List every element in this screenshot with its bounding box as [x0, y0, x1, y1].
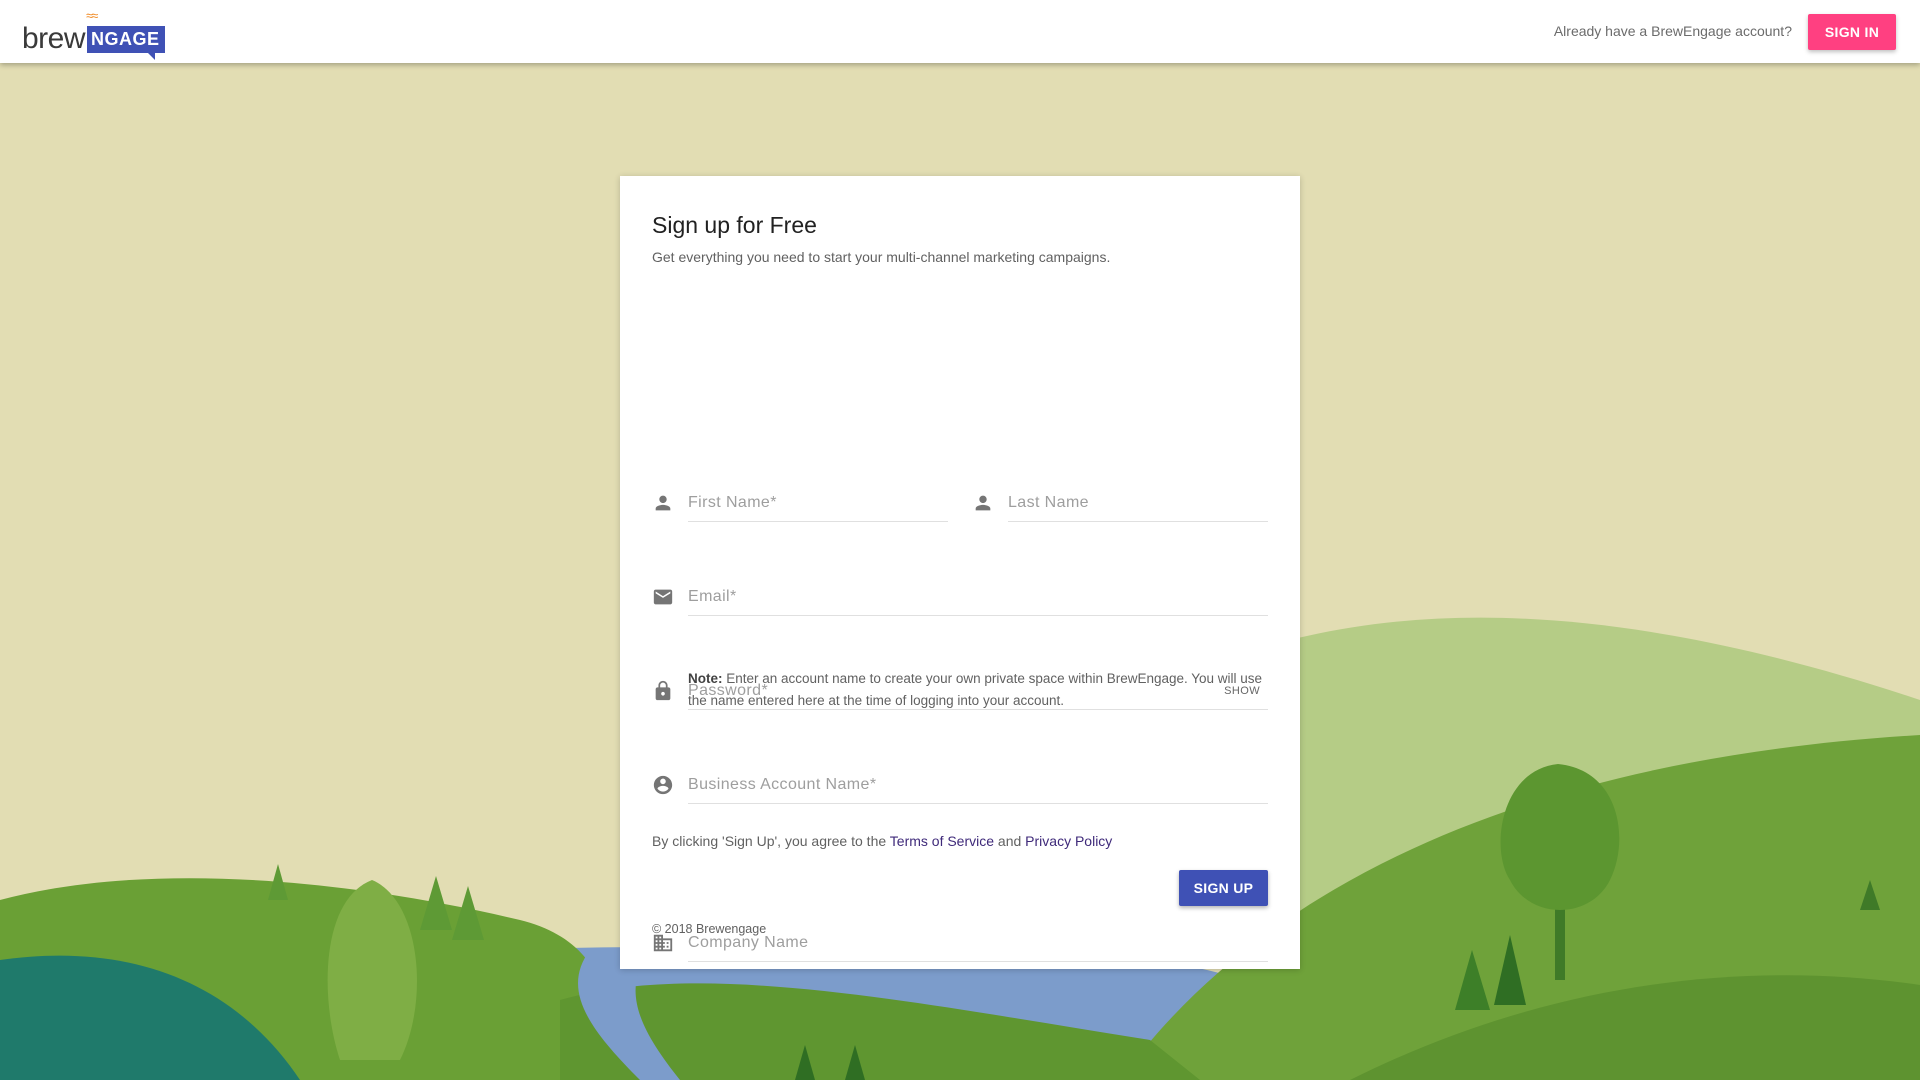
person-icon: [655, 495, 671, 511]
top-header: brew ≈≈ NGAGE Already have a BrewEngage …: [0, 0, 1920, 63]
page-title: Sign up for Free: [652, 212, 817, 238]
terms-and: and: [994, 833, 1026, 849]
sign-up-button[interactable]: SIGN UP: [1179, 870, 1268, 906]
company-name-input[interactable]: [688, 926, 1268, 960]
brewengage-logo[interactable]: brew ≈≈ NGAGE: [22, 8, 165, 60]
email-underline: [688, 615, 1268, 616]
note-text: Enter an account name to create your own…: [688, 671, 1263, 708]
business-account-input[interactable]: [688, 768, 1268, 802]
terms-of-service-link[interactable]: Terms of Service: [890, 833, 994, 849]
first-name-field: [652, 486, 948, 522]
signup-card: Sign up for Free Get everything you need…: [620, 176, 1300, 969]
logo-brew-text: brew: [22, 22, 86, 55]
logo-ngage-text: NGAGE: [87, 26, 165, 60]
last-name-input[interactable]: [1008, 486, 1268, 520]
account-question-text: Already have a BrewEngage account?: [1553, 23, 1792, 39]
email-field: [652, 580, 1268, 616]
first-name-underline: [688, 521, 948, 522]
copyright-text: © 2018 Brewengage: [652, 922, 767, 936]
business-account-underline: [688, 803, 1268, 804]
first-name-input[interactable]: [688, 486, 948, 520]
account-circle-icon: [653, 775, 673, 795]
business-account-field: [652, 768, 1268, 804]
sign-in-button[interactable]: SIGN IN: [1808, 14, 1896, 50]
terms-notice: By clicking 'Sign Up', you agree to the …: [652, 833, 1112, 849]
email-input[interactable]: [688, 580, 1268, 614]
lock-icon: [655, 680, 671, 701]
last-name-underline: [1008, 521, 1268, 522]
email-icon: [653, 589, 673, 605]
logo-steam-icon: ≈≈: [86, 8, 98, 23]
company-name-underline: [688, 961, 1268, 962]
account-name-note: Note: Enter an account name to create yo…: [688, 668, 1268, 712]
page-subtitle: Get everything you need to start your mu…: [652, 249, 1111, 265]
person-icon: [975, 495, 991, 511]
note-label: Note:: [688, 671, 723, 686]
last-name-field: [972, 486, 1268, 522]
privacy-policy-link[interactable]: Privacy Policy: [1025, 833, 1112, 849]
terms-prefix: By clicking 'Sign Up', you agree to the: [652, 833, 890, 849]
